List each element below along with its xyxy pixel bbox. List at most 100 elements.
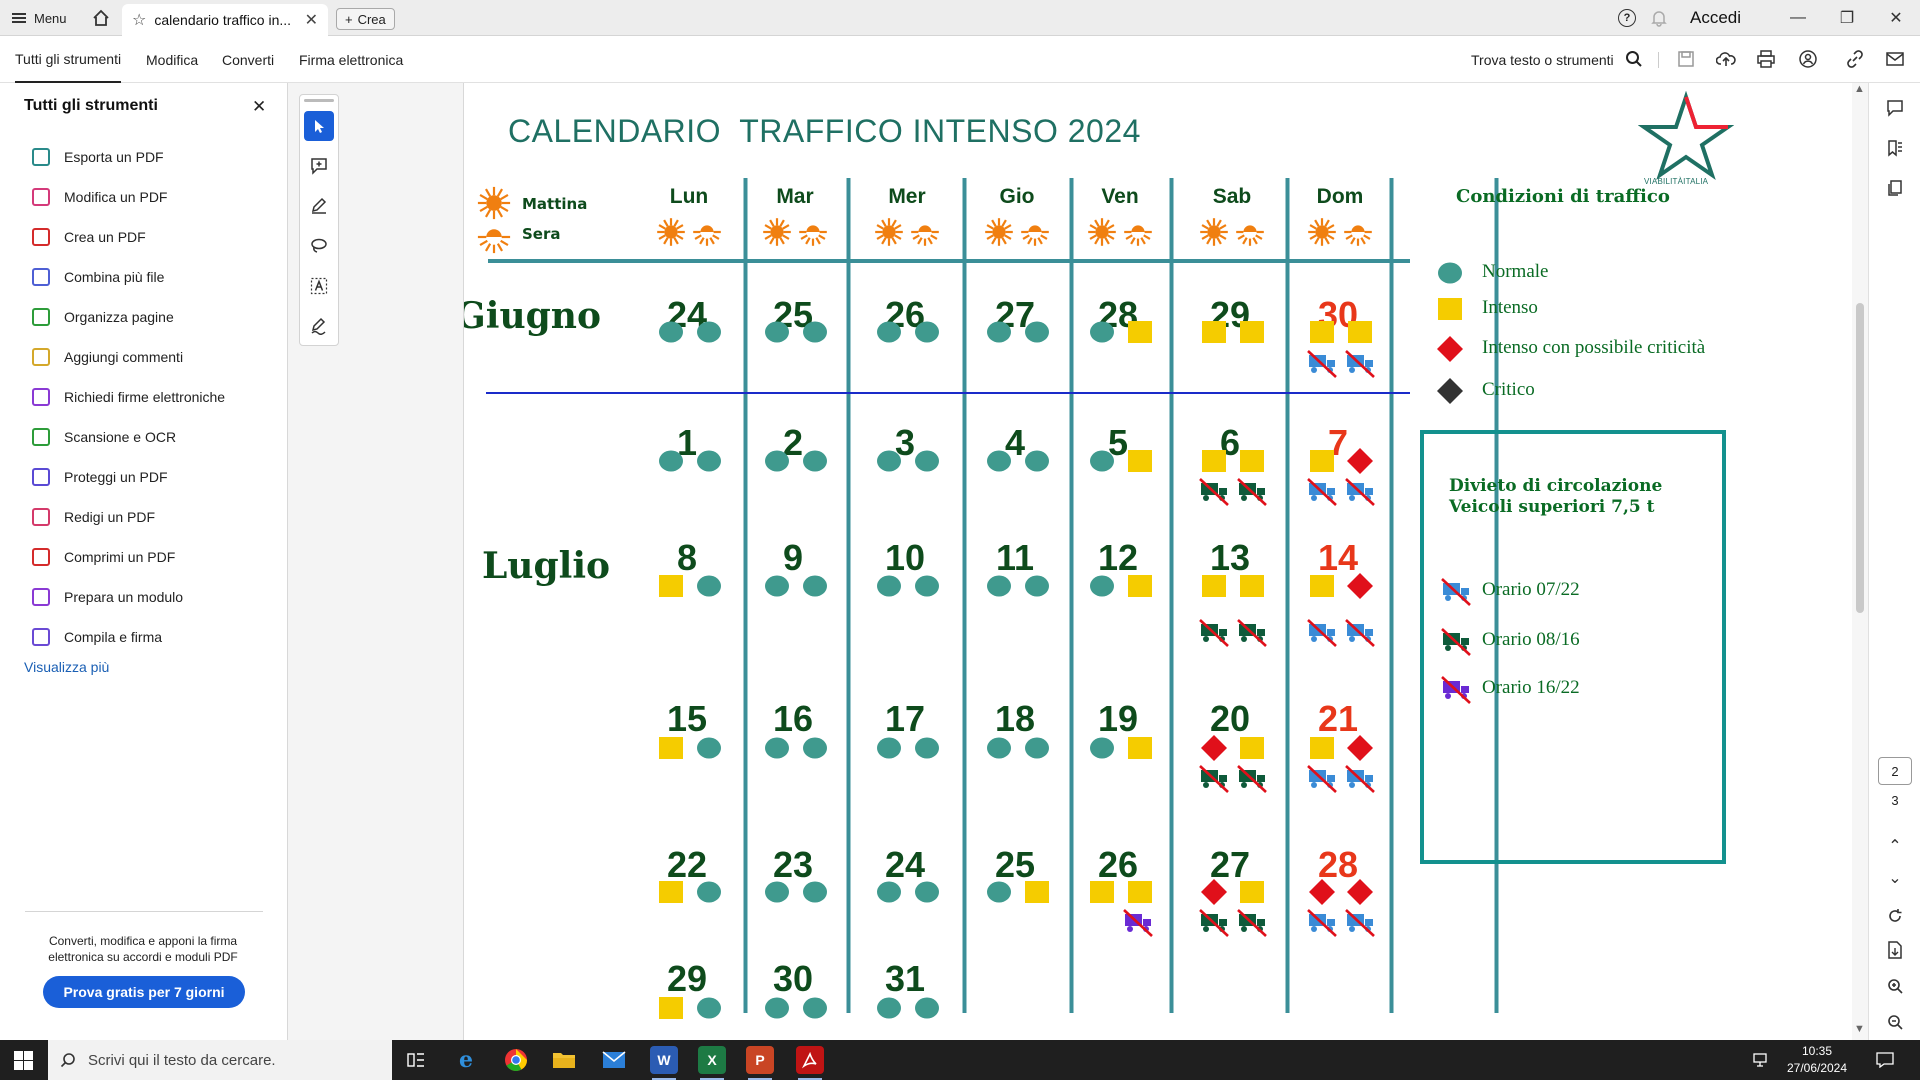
tool-item-compila-e-firma[interactable]: Compila e firma [32,617,225,657]
find-text-label[interactable]: Trova testo o strumenti [1471,36,1614,83]
tool-item-esporta-un-pdf[interactable]: Esporta un PDF [32,137,225,177]
clock-date: 27/06/2024 [1786,1061,1848,1075]
truck-ban-icon [1345,350,1375,378]
save-icon[interactable] [1675,48,1697,70]
close-panel-icon[interactable]: ✕ [252,97,266,117]
document-tab[interactable]: ☆ calendario traffico in... ✕ [122,4,328,36]
key-morning-label: Mattina [522,195,587,213]
tool-label: Esporta un PDF [64,149,164,165]
truck-ban-icon [1307,350,1337,378]
refresh-icon[interactable] [1884,905,1906,927]
legend-title: Condizioni di traffico [1456,186,1670,207]
acrobat-icon[interactable] [796,1046,824,1080]
scroll-thumb[interactable] [1856,303,1864,613]
mail-icon[interactable] [600,1046,628,1074]
share-user-icon[interactable] [1797,48,1819,70]
drag-handle[interactable] [304,99,334,102]
zoom-out-icon[interactable] [1884,1011,1906,1033]
notifications-icon[interactable] [1876,1040,1894,1080]
tab-firma-elettronica[interactable]: Firma elettronica [299,36,403,83]
ban-legend-label: Orario 16/22 [1482,677,1580,698]
menu-button[interactable]: Menu [12,0,67,36]
menu-label: Menu [34,10,67,26]
select-cursor-icon[interactable] [304,111,334,141]
traffic-symbol-evening [1128,321,1152,343]
comments-icon[interactable] [1884,97,1906,119]
free-trial-button[interactable]: Prova gratis per 7 giorni [43,976,245,1008]
excel-icon[interactable]: X [698,1046,726,1080]
tool-item-aggiungi-commenti[interactable]: Aggiungi commenti [32,337,225,377]
traffic-symbol-morning [765,737,789,759]
document-canvas[interactable]: CALENDARIO TRAFFICO INTENSO 2024 VIABILI… [464,83,1742,1040]
right-sidebar: 2 3 ⌃ ⌄ [1868,83,1920,1040]
traffic-symbol-morning [877,881,901,903]
file-explorer-icon[interactable] [550,1046,578,1074]
tool-label: Compila e firma [64,629,163,645]
task-view-icon[interactable] [402,1046,430,1074]
text-select-icon[interactable] [304,271,334,301]
draw-lasso-icon[interactable] [304,231,334,261]
tool-item-crea-un-pdf[interactable]: Crea un PDF [32,217,225,257]
show-more-link[interactable]: Visualizza più [24,659,109,675]
traffic-symbol-evening [915,450,939,472]
star-icon[interactable]: ☆ [132,10,146,30]
current-page-input[interactable]: 2 [1878,757,1912,785]
zoom-in-icon[interactable] [1884,975,1906,997]
powerpoint-icon[interactable]: P [746,1046,774,1080]
system-clock[interactable]: 10:35 27/06/2024 [1778,1043,1856,1077]
tool-item-redigi-un-pdf[interactable]: Redigi un PDF [32,497,225,537]
help-icon[interactable]: ? [1618,9,1636,27]
traffic-symbol-evening [915,997,939,1019]
close-window-icon[interactable]: ✕ [1881,0,1911,36]
date-28: 28 [1318,844,1358,885]
tool-label: Comprimi un PDF [64,549,176,565]
network-icon[interactable] [1753,1040,1771,1080]
day-evening-sun-icon [1344,225,1372,246]
tool-item-comprimi-un-pdf[interactable]: Comprimi un PDF [32,537,225,577]
bell-icon[interactable] [1651,0,1667,36]
email-icon[interactable] [1884,48,1906,70]
tool-item-richiedi-firme-elettroniche[interactable]: Richiedi firme elettroniche [32,377,225,417]
sign-pen-icon[interactable] [304,311,334,341]
close-tab-icon[interactable]: ✕ [305,10,318,30]
bookmarks-icon[interactable] [1884,137,1906,159]
tool-item-organizza-pagine[interactable]: Organizza pagine [32,297,225,337]
scroll-down-icon[interactable]: ▼ [1854,1023,1865,1035]
tool-item-combina-pi-file[interactable]: Combina più file [32,257,225,297]
day-evening-sun-icon [911,225,939,246]
edge-browser-icon[interactable]: e [452,1046,480,1074]
add-comment-icon[interactable] [304,151,334,181]
scroll-up-icon[interactable]: ▲ [1854,83,1865,95]
page-fit-icon[interactable] [1884,939,1906,961]
chevron-up-icon[interactable]: ⌃ [1884,835,1906,857]
crea-button[interactable]: + Crea [336,8,395,30]
windows-start-icon[interactable] [14,1051,33,1070]
print-icon[interactable] [1755,48,1777,70]
search-icon[interactable] [1623,48,1645,70]
pages-icon[interactable] [1884,177,1906,199]
tools-list: Esporta un PDF Modifica un PDF Crea un PDF… [32,137,225,657]
restore-icon[interactable]: ❐ [1832,0,1862,36]
tool-item-prepara-un-modulo[interactable]: Prepara un modulo [32,577,225,617]
tool-item-scansione-e-ocr[interactable]: Scansione e OCR [32,417,225,457]
tab-converti[interactable]: Converti [222,36,274,83]
minimize-icon[interactable]: — [1783,0,1813,36]
home-button[interactable] [90,0,112,36]
link-icon[interactable] [1844,48,1866,70]
traffic-symbol-evening [803,737,827,759]
tab-tutti-gli-strumenti[interactable]: Tutti gli strumenti [15,36,122,83]
upload-cloud-icon[interactable] [1715,48,1737,70]
taskbar-search[interactable]: Scrivi qui il testo da cercare. [48,1040,392,1080]
tool-item-modifica-un-pdf[interactable]: Modifica un PDF [32,177,225,217]
traffic-symbol-evening [697,737,721,759]
word-icon[interactable]: W [650,1046,678,1080]
clock-time: 10:35 [1801,1044,1833,1058]
traffic-symbol-evening [803,450,827,472]
accedi-button[interactable]: Accedi [1690,0,1741,36]
tool-item-proteggi-un-pdf[interactable]: Proteggi un PDF [32,457,225,497]
highlight-pen-icon[interactable] [304,191,334,221]
tab-modifica[interactable]: Modifica [146,36,198,83]
chevron-down-icon[interactable]: ⌄ [1884,867,1906,889]
vertical-scrollbar[interactable]: ▲ ▼ [1852,83,1868,1040]
chrome-browser-icon[interactable] [502,1046,530,1074]
